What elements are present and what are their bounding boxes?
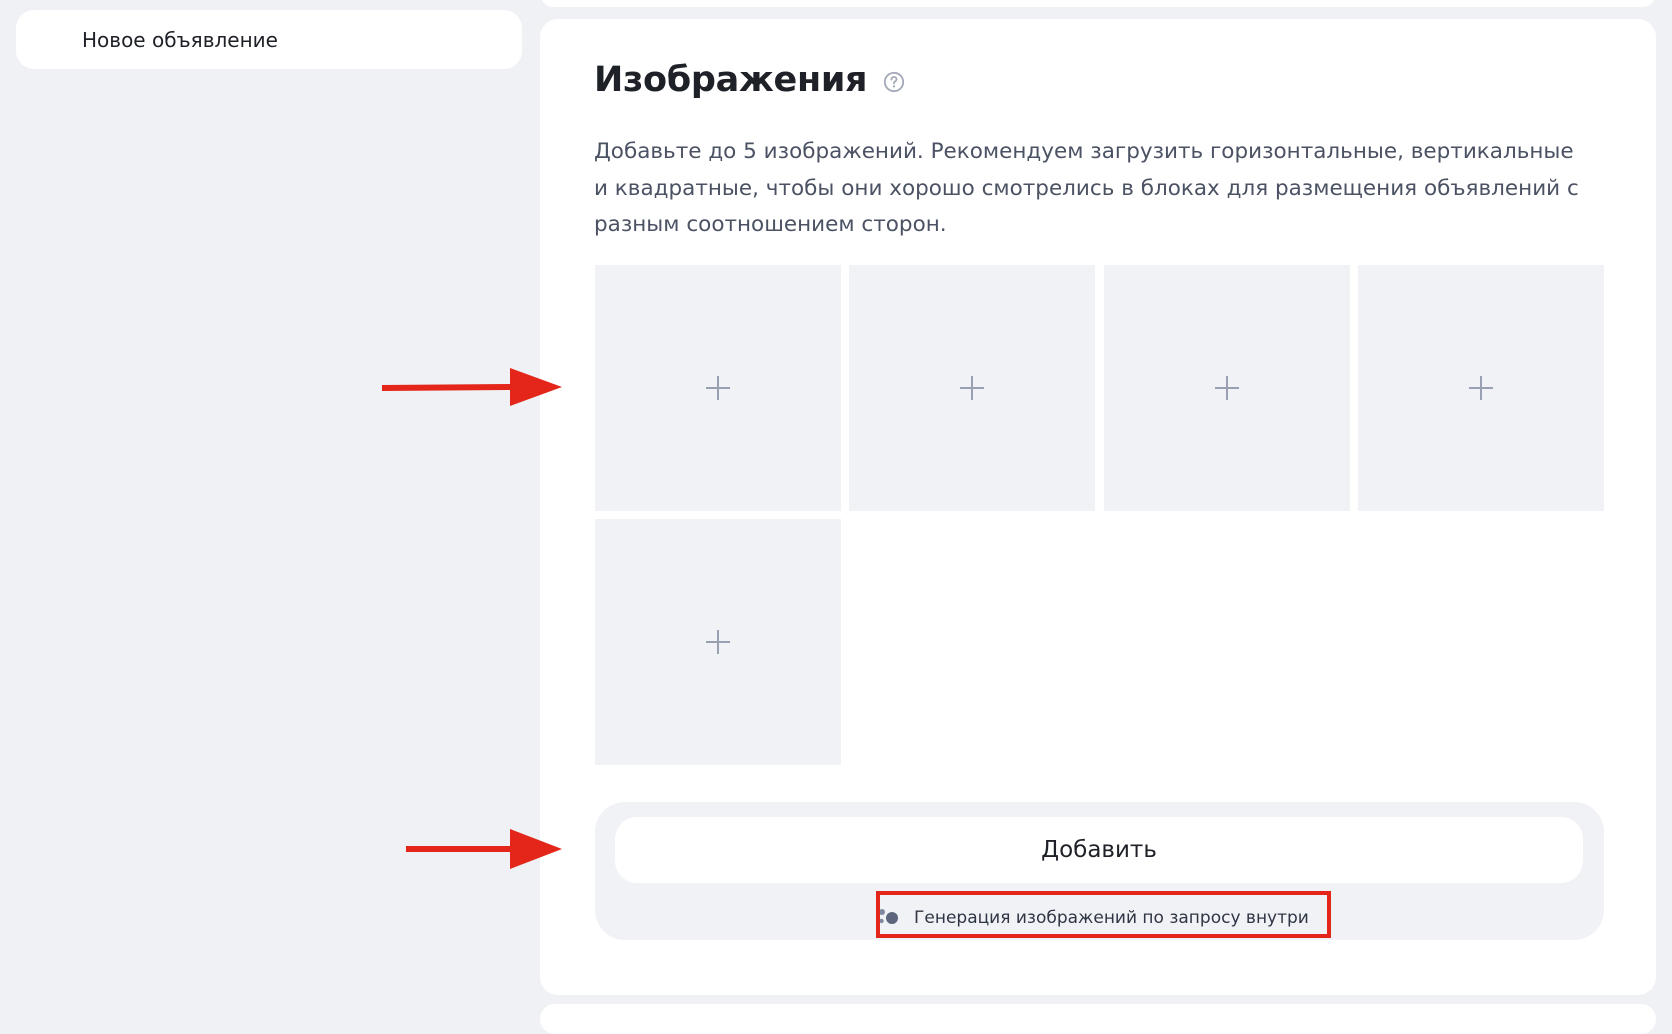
section-header: Изображения [594,60,905,100]
plus-icon [1469,376,1493,400]
arrow-annotation-add [406,829,562,869]
image-slot-5[interactable] [595,519,841,765]
section-title: Изображения [594,60,868,100]
images-section-card: Изображения Добавьте до 5 изображений. Р… [540,19,1656,995]
question-circle-icon[interactable] [883,71,905,93]
next-section-card [540,1004,1656,1034]
add-images-panel: Добавить Генерация изображений по запрос… [595,802,1604,940]
sidebar-item-label: Новое объявление [82,27,278,52]
previous-section-card [540,0,1656,7]
image-slot-4[interactable] [1358,265,1604,511]
plus-icon [960,376,984,400]
arrow-annotation-slots [381,368,562,406]
add-button[interactable]: Добавить [615,817,1583,883]
image-slot-3[interactable] [1104,265,1350,511]
image-slot-2[interactable] [849,265,1095,511]
image-slot-1[interactable] [595,265,841,511]
ai-dots-icon [879,909,898,924]
section-description: Добавьте до 5 изображений. Рекомендуем з… [594,139,1579,237]
plus-icon [1215,376,1239,400]
image-generation-link[interactable]: Генерация изображений по запросу внутри [878,908,1309,928]
plus-icon [706,630,730,654]
sidebar-item-new-ad[interactable]: Новое объявление [16,10,522,69]
plus-icon [706,376,730,400]
image-generation-label: Генерация изображений по запросу внутри [914,908,1309,928]
